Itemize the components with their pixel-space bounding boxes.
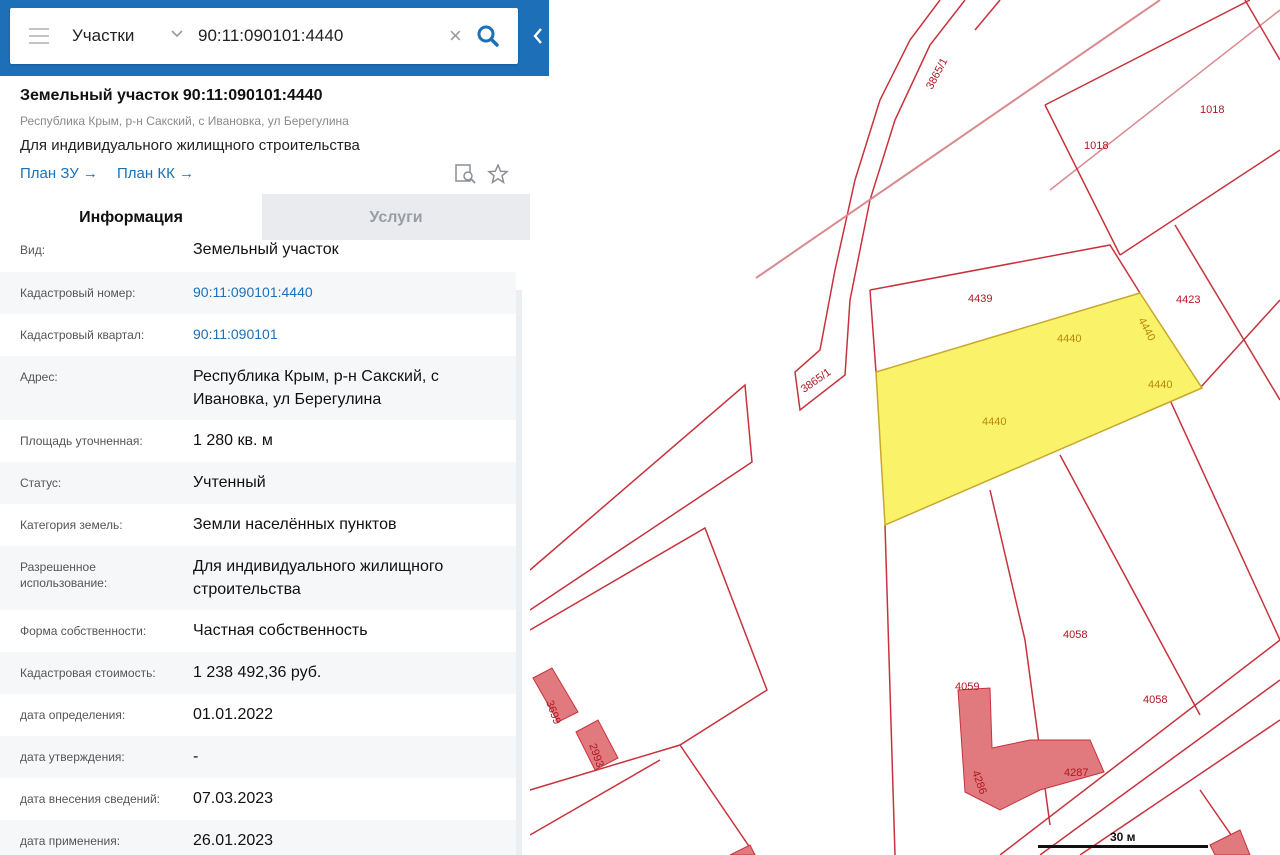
search-input[interactable]: 90:11:090101:4440 — [198, 26, 343, 46]
attribute-value-link[interactable]: 90:11:090101:4440 — [193, 281, 503, 304]
attribute-key: Вид: — [20, 243, 46, 257]
attribute-value: Земельный участок — [193, 241, 339, 258]
attribute-key: Категория земель: — [20, 518, 123, 532]
attribute-value: 07.03.2023 — [193, 790, 274, 807]
attribute-key: дата применения: — [20, 834, 121, 848]
zoom-to-parcel-icon[interactable] — [455, 164, 477, 184]
attribute-row: Категория земель: Земли населённых пункто… — [0, 504, 516, 546]
parcel-address: Республика Крым, р-н Сакский, с Ивановка… — [20, 114, 349, 128]
attribute-key: Кадастровая стоимость: — [20, 666, 156, 680]
attribute-row: Кадастровый квартал: 90:11:090101 — [0, 314, 516, 356]
attribute-row: Площадь уточненная: 1 280 кв. м — [0, 420, 516, 462]
map-label: 4439 — [968, 293, 992, 305]
map-label: 4059 — [955, 681, 979, 693]
attribute-row: Кадастровый номер: 90:11:090101:4440 — [0, 272, 516, 314]
attribute-value: Учтенный — [193, 474, 266, 491]
attribute-value: Частная собственность — [193, 622, 368, 639]
attribute-row: Статус: Учтенный — [0, 462, 516, 504]
attribute-row: Кадастровая стоимость: 1 238 492,36 руб. — [0, 652, 516, 694]
attribute-row: Форма собственности: Частная собственност… — [0, 610, 516, 652]
attribute-key: Адрес: — [20, 370, 58, 384]
attribute-key: дата утверждения: — [20, 750, 125, 764]
attribute-key: Статус: — [20, 476, 62, 490]
attribute-key: Форма собственности: — [20, 624, 147, 638]
attribute-key: дата определения: — [20, 708, 126, 722]
attribute-row: дата внесения сведений: 07.03.2023 — [0, 778, 516, 820]
parcel-title: Земельный участок 90:11:090101:4440 — [20, 87, 323, 104]
attribute-value-link[interactable]: 90:11:090101 — [193, 323, 503, 346]
attribute-value: - — [193, 748, 199, 765]
map-label: 1018 — [1084, 140, 1108, 152]
map-scale-bar: 30 м — [1038, 830, 1208, 850]
attribute-value: 1 238 492,36 руб. — [193, 664, 322, 681]
attribute-row: дата утверждения: - — [0, 736, 516, 778]
attribute-row: Вид: Земельный участок — [0, 240, 516, 272]
tab-information[interactable]: Информация — [0, 194, 262, 240]
chevron-down-icon[interactable] — [170, 26, 184, 40]
map-label: 4423 — [1176, 294, 1200, 306]
tab-bar: Информация Услуги — [0, 194, 530, 240]
attribute-row: Разрешенное использование: Для индивидуал… — [0, 546, 516, 610]
map-label: 4058 — [1143, 694, 1167, 706]
attribute-key: Площадь уточненная: — [20, 434, 143, 448]
scale-label: 30 м — [1110, 830, 1136, 844]
collapse-panel-icon[interactable] — [531, 24, 545, 48]
menu-icon[interactable] — [29, 28, 49, 44]
favorite-star-icon[interactable] — [487, 164, 509, 184]
parcel-header: Земельный участок 90:11:090101:4440 Респ… — [0, 76, 530, 194]
attribute-value: 01.01.2022 — [193, 706, 274, 723]
plan-zu-link[interactable]: План ЗУ → — [20, 165, 98, 182]
attribute-key: Разрешенное использование: — [20, 560, 108, 590]
attribute-value: Для индивидуального жилищного строительс… — [193, 558, 444, 598]
info-panel: Земельный участок 90:11:090101:4440 Респ… — [0, 76, 530, 855]
layer-select[interactable]: Участки — [72, 26, 134, 46]
attribute-value: 1 280 кв. м — [193, 432, 273, 449]
attribute-row: дата применения: 26.01.2023 — [0, 820, 516, 855]
attribute-row: дата определения: 01.01.2022 — [0, 694, 516, 736]
search-box: Участки 90:11:090101:4440 × — [10, 8, 518, 64]
map-label: 4058 — [1063, 629, 1087, 641]
attribute-value: Республика Крым, р-н Сакский, с Ивановка… — [193, 368, 439, 408]
map-label: 3865/1 — [924, 56, 950, 91]
attribute-list: Вид: Земельный участок Кадастровый номер: 9… — [0, 240, 516, 855]
map-label: 4440 — [1057, 333, 1081, 345]
map-label: 4440 — [1148, 379, 1172, 391]
scrollbar[interactable] — [516, 290, 522, 855]
map-label: 3865/1 — [799, 366, 833, 395]
attribute-value: 26.01.2023 — [193, 832, 274, 849]
attribute-key: дата внесения сведений: — [20, 792, 160, 806]
clear-icon[interactable]: × — [449, 23, 462, 49]
attribute-row: Адрес: Республика Крым, р-н Сакский, с Ив… — [0, 356, 516, 420]
attribute-value: Земли населённых пунктов — [193, 516, 397, 533]
map-label: 1018 — [1200, 104, 1224, 116]
attribute-key: Кадастровый квартал: — [20, 328, 145, 342]
map-label: 4440 — [982, 416, 1006, 428]
tab-services[interactable]: Услуги — [262, 194, 530, 240]
parcel-use: Для индивидуального жилищного строительс… — [20, 137, 360, 154]
attribute-key: Кадастровый номер: — [20, 286, 136, 300]
map-label: 4287 — [1064, 767, 1088, 779]
search-icon[interactable] — [476, 24, 500, 48]
plan-kk-link[interactable]: План КК → — [117, 165, 194, 182]
